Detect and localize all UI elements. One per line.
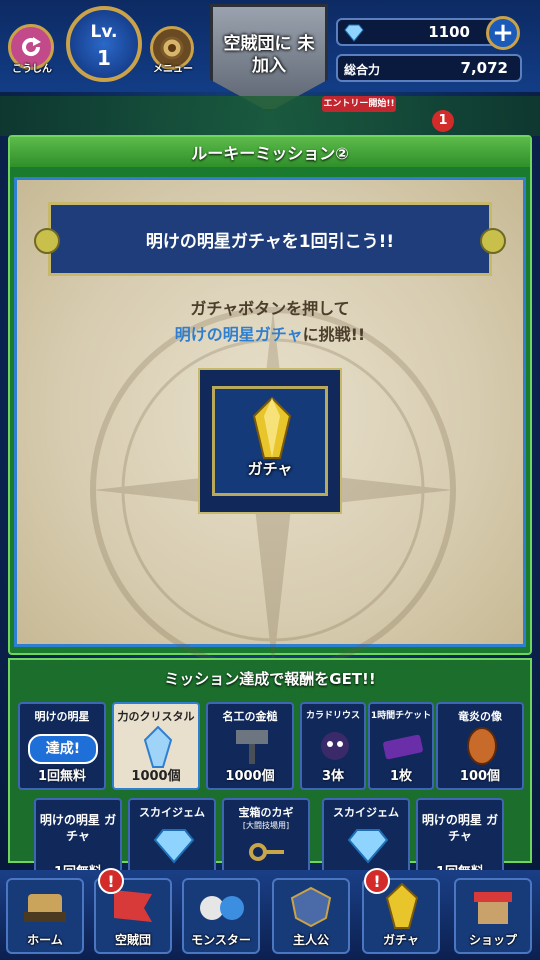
gacha-alert-badge: !	[364, 868, 390, 894]
instruction-rest: に挑戦!!	[302, 325, 366, 344]
mission-banner: 明けの明星ガチャを1回引こう!!	[48, 202, 492, 276]
nav-hero[interactable]: 主人公	[272, 878, 350, 954]
gacha-card-label: ガチャ	[247, 460, 293, 478]
reward-item[interactable]: カラドリウス 3体	[300, 702, 366, 790]
key-icon	[249, 843, 284, 861]
rewards-title: ミッション達成で報酬をGET!!	[164, 670, 376, 688]
nav-label: ホーム	[27, 933, 63, 947]
reward-qty: 100個	[459, 769, 501, 784]
instruction-line2: 明けの明星ガチャに挑戦!!	[14, 322, 526, 348]
nav-label: ショップ	[468, 933, 517, 947]
refresh-icon	[22, 37, 41, 57]
reward-item[interactable]: 名工の金槌 1000個	[206, 702, 294, 790]
reward-name: 明けの明星	[34, 710, 90, 723]
mission-banner-text: 明けの明星ガチャを1回引こう!!	[145, 231, 395, 252]
gem-value: 1100	[428, 23, 470, 41]
shield-swords-icon	[290, 886, 332, 928]
hammer-icon	[236, 730, 268, 764]
reward-name: 竜炎の像	[458, 710, 502, 723]
nav-label: ガチャ	[383, 933, 419, 947]
diamond-icon	[344, 24, 364, 42]
shop-icon	[474, 892, 512, 924]
notification-badge: 1	[432, 110, 454, 132]
mission-instruction: ガチャボタンを押して 明けの明星ガチャに挑戦!!	[14, 296, 526, 348]
mission-title: ルーキーミッション②	[10, 137, 530, 167]
reward-name: スカイジェム	[139, 806, 205, 819]
reward-name: 1時間チケット	[370, 711, 432, 721]
ticket-icon	[383, 734, 423, 760]
reward-name: スカイジェム	[333, 806, 399, 819]
plus-icon: +	[492, 18, 514, 48]
reward-qty: 3体	[321, 769, 345, 784]
nav-label: モンスター	[191, 933, 251, 947]
level-prefix: Lv.	[90, 22, 118, 42]
event-strip	[0, 96, 540, 136]
total-power-label: 総合力	[344, 63, 381, 77]
instruction-highlight: 明けの明星ガチャ	[174, 325, 303, 344]
gear-icon	[160, 36, 184, 60]
nav-home[interactable]: ホーム	[6, 878, 84, 954]
banner-right-knob	[480, 228, 506, 254]
nav-monster[interactable]: モンスター	[182, 878, 260, 954]
reward-name: 力のクリスタル	[117, 710, 195, 723]
blue-crystal-icon	[143, 726, 173, 768]
banner-left-knob	[34, 228, 60, 254]
total-power-box: 総合力 7,072	[336, 54, 522, 82]
update-label: こうしん	[12, 64, 52, 75]
reward-item[interactable]: 1時間チケット 1枚	[368, 702, 434, 790]
menu-label: メニュー	[153, 64, 193, 75]
reward-qty: 1000個	[225, 769, 275, 784]
total-power-value: 7,072	[460, 59, 508, 77]
guild-status-text: 空賊団に 未加入	[223, 34, 315, 76]
reward-qty: 1枚	[389, 769, 413, 784]
reward-item-achieved[interactable]: 明けの明星 達成! 1回無料	[18, 702, 106, 790]
add-gems-button[interactable]: +	[486, 16, 520, 50]
dragon-statue-icon	[467, 727, 497, 765]
nav-shop[interactable]: ショップ	[454, 878, 532, 954]
crystal-icon	[252, 396, 292, 459]
ship-icon	[24, 894, 66, 922]
reward-qty: 1回無料	[37, 769, 87, 784]
level-value: 1	[97, 46, 111, 70]
reward-qty: 1000個	[131, 769, 181, 784]
entry-banner[interactable]: エントリー開始!!	[322, 96, 396, 112]
reward-name: 宝箱のカギ	[238, 806, 294, 819]
reward-item[interactable]: 力のクリスタル 1000個	[112, 702, 200, 790]
nav-label: 空賊団	[114, 933, 151, 947]
diamond-icon	[153, 829, 195, 864]
achieved-stamp: 達成!	[28, 734, 98, 764]
reward-name: 明けの明星 ガチャ	[39, 813, 117, 843]
crystal-icon	[385, 882, 419, 929]
monster-icon	[321, 732, 349, 760]
level-badge[interactable]: Lv. 1	[66, 6, 142, 82]
reward-item[interactable]: 竜炎の像 100個	[436, 702, 524, 790]
gacha-card-button[interactable]: ガチャ	[198, 368, 342, 514]
instruction-line1: ガチャボタンを押して	[190, 299, 350, 318]
monster-icon	[200, 896, 244, 920]
reward-name: 名工の金槌	[222, 710, 278, 723]
reward-name: カラドリウス	[305, 711, 360, 721]
gem-counter: 1100	[336, 18, 500, 46]
diamond-icon	[347, 829, 389, 864]
nav-label: 主人公	[292, 933, 329, 947]
reward-name: 明けの明星 ガチャ	[421, 813, 499, 843]
guild-alert-badge: !	[98, 868, 124, 894]
reward-subname: [大闘技場用]	[242, 821, 290, 830]
